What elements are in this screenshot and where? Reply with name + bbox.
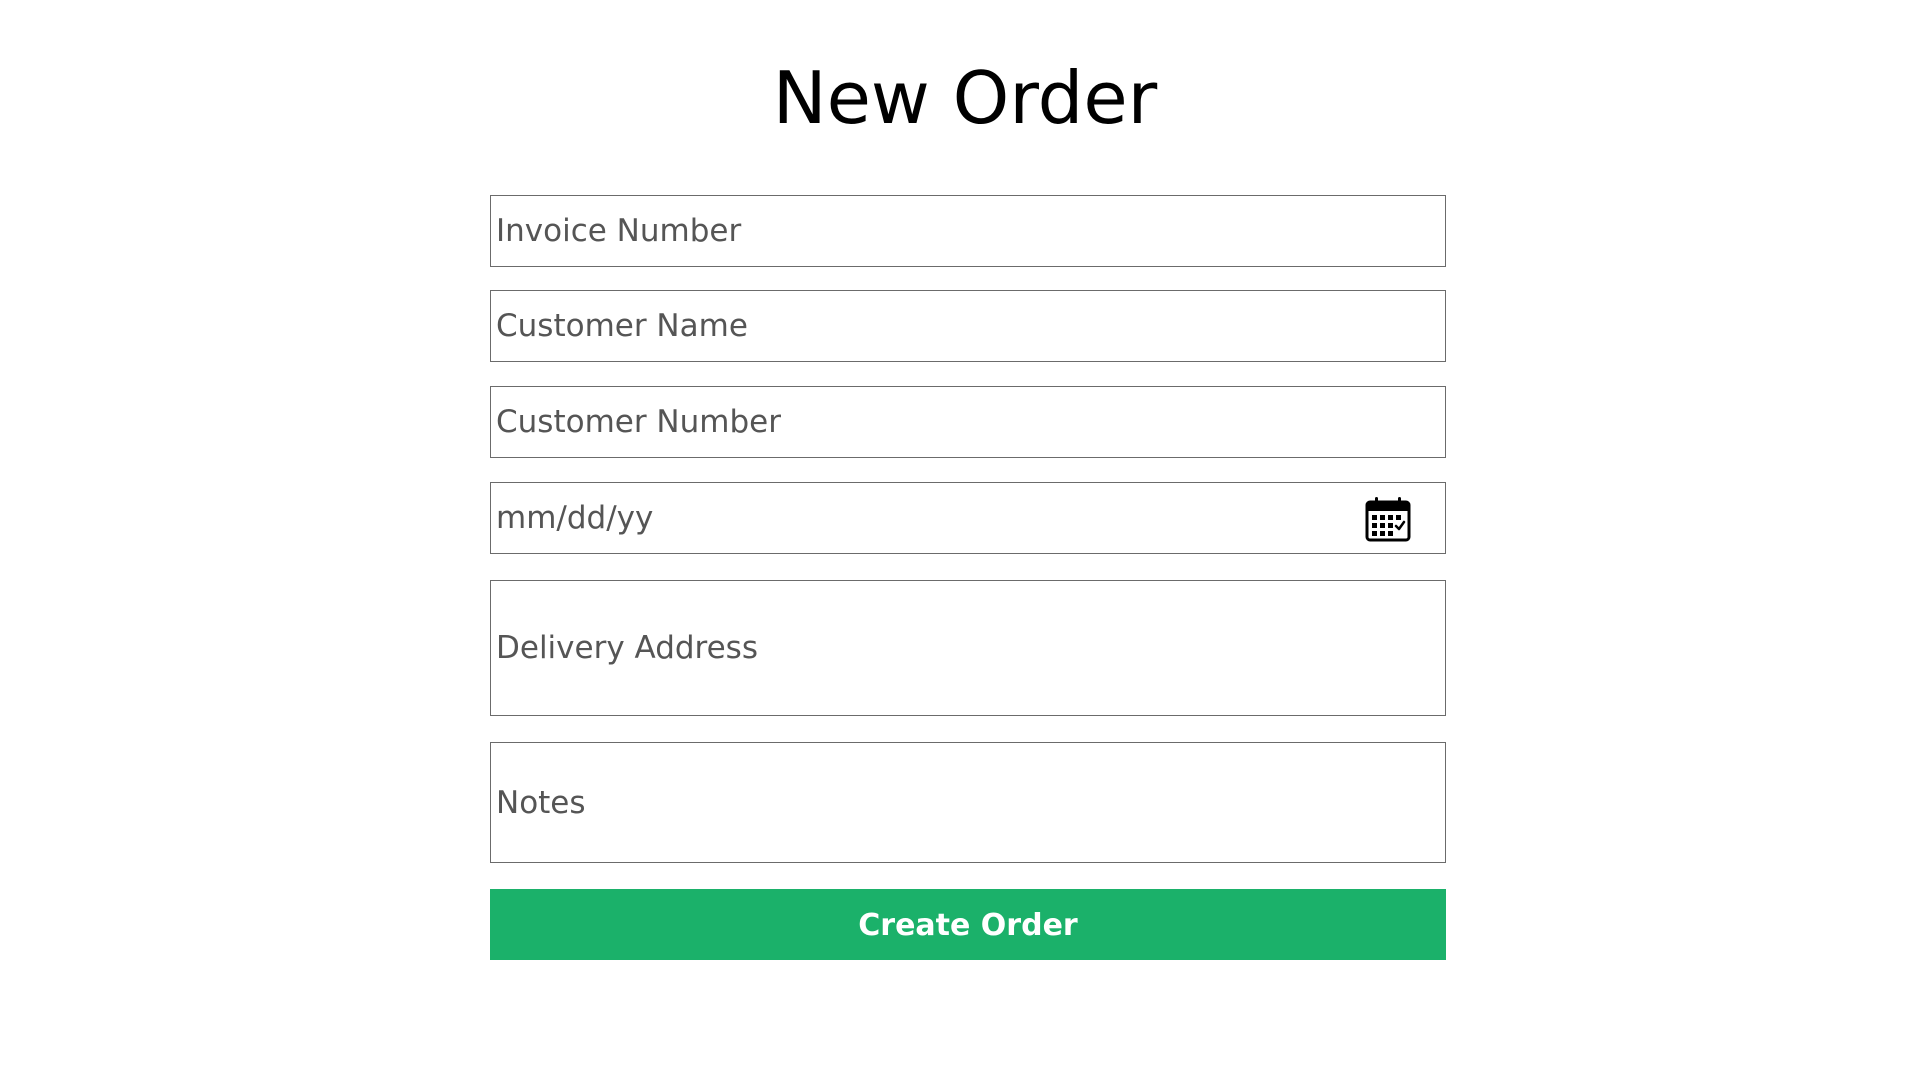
customer-number-field[interactable]: Customer Number [490, 386, 1446, 458]
create-order-button[interactable]: Create Order [490, 889, 1446, 960]
customer-name-field[interactable]: Customer Name [490, 290, 1446, 362]
customer-number-placeholder: Customer Number [496, 404, 781, 440]
calendar-icon[interactable] [1365, 496, 1411, 542]
notes-placeholder: Notes [496, 784, 586, 821]
delivery-address-field[interactable]: Delivery Address [490, 580, 1446, 716]
notes-field[interactable]: Notes [490, 742, 1446, 863]
page-title: New Order [772, 56, 1158, 140]
date-field[interactable]: mm/dd/yy [490, 482, 1446, 554]
invoice-number-field[interactable]: Invoice Number [490, 195, 1446, 267]
customer-name-placeholder: Customer Name [496, 308, 748, 344]
invoice-number-placeholder: Invoice Number [496, 213, 742, 249]
date-placeholder: mm/dd/yy [496, 500, 654, 536]
delivery-address-placeholder: Delivery Address [496, 630, 758, 666]
